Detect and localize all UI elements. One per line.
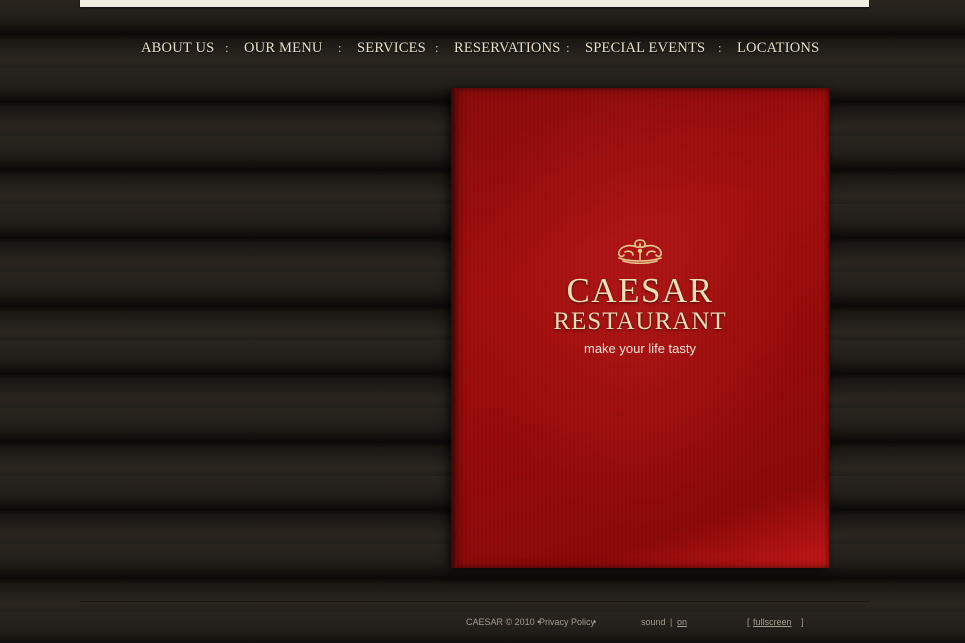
- footer-divider: [80, 601, 869, 602]
- nav-item-reservations[interactable]: RESERVATIONS: [454, 40, 561, 57]
- sound-label: sound: [641, 617, 666, 627]
- main-navigation: ABOUT US : OUR MENU : SERVICES : RESERVA…: [0, 40, 965, 62]
- privacy-policy-link[interactable]: Privacy Policy: [539, 617, 595, 627]
- nav-item-locations[interactable]: LOCATIONS: [737, 40, 819, 57]
- brand-tagline: make your life tasty: [584, 341, 696, 356]
- nav-separator: :: [718, 40, 722, 55]
- footer-bullet: •: [593, 617, 597, 627]
- sound-on-toggle[interactable]: on: [677, 617, 687, 627]
- ornament-crest-icon: [618, 239, 662, 265]
- nav-separator: :: [566, 40, 570, 55]
- fullscreen-button[interactable]: fullscreen: [753, 617, 792, 627]
- bracket-close: ]: [801, 617, 804, 627]
- nav-separator: :: [338, 40, 342, 55]
- nav-item-about-us[interactable]: ABOUT US: [141, 40, 214, 57]
- nav-separator: :: [435, 40, 439, 55]
- bracket-open: [: [747, 617, 750, 627]
- nav-item-special-events[interactable]: SPECIAL EVENTS: [585, 40, 705, 57]
- top-bar: [80, 0, 869, 7]
- nav-item-our-menu[interactable]: OUR MENU: [244, 40, 323, 57]
- nav-separator: :: [225, 40, 229, 55]
- nav-item-services[interactable]: SERVICES: [357, 40, 426, 57]
- brand-title: CAESAR: [566, 271, 714, 310]
- sound-divider: |: [670, 617, 673, 627]
- menu-book-cover[interactable]: CAESAR RESTAURANT make your life tasty: [451, 88, 829, 568]
- copyright-text: CAESAR © 2010 •: [466, 617, 541, 627]
- brand-subtitle: RESTAURANT: [553, 308, 727, 335]
